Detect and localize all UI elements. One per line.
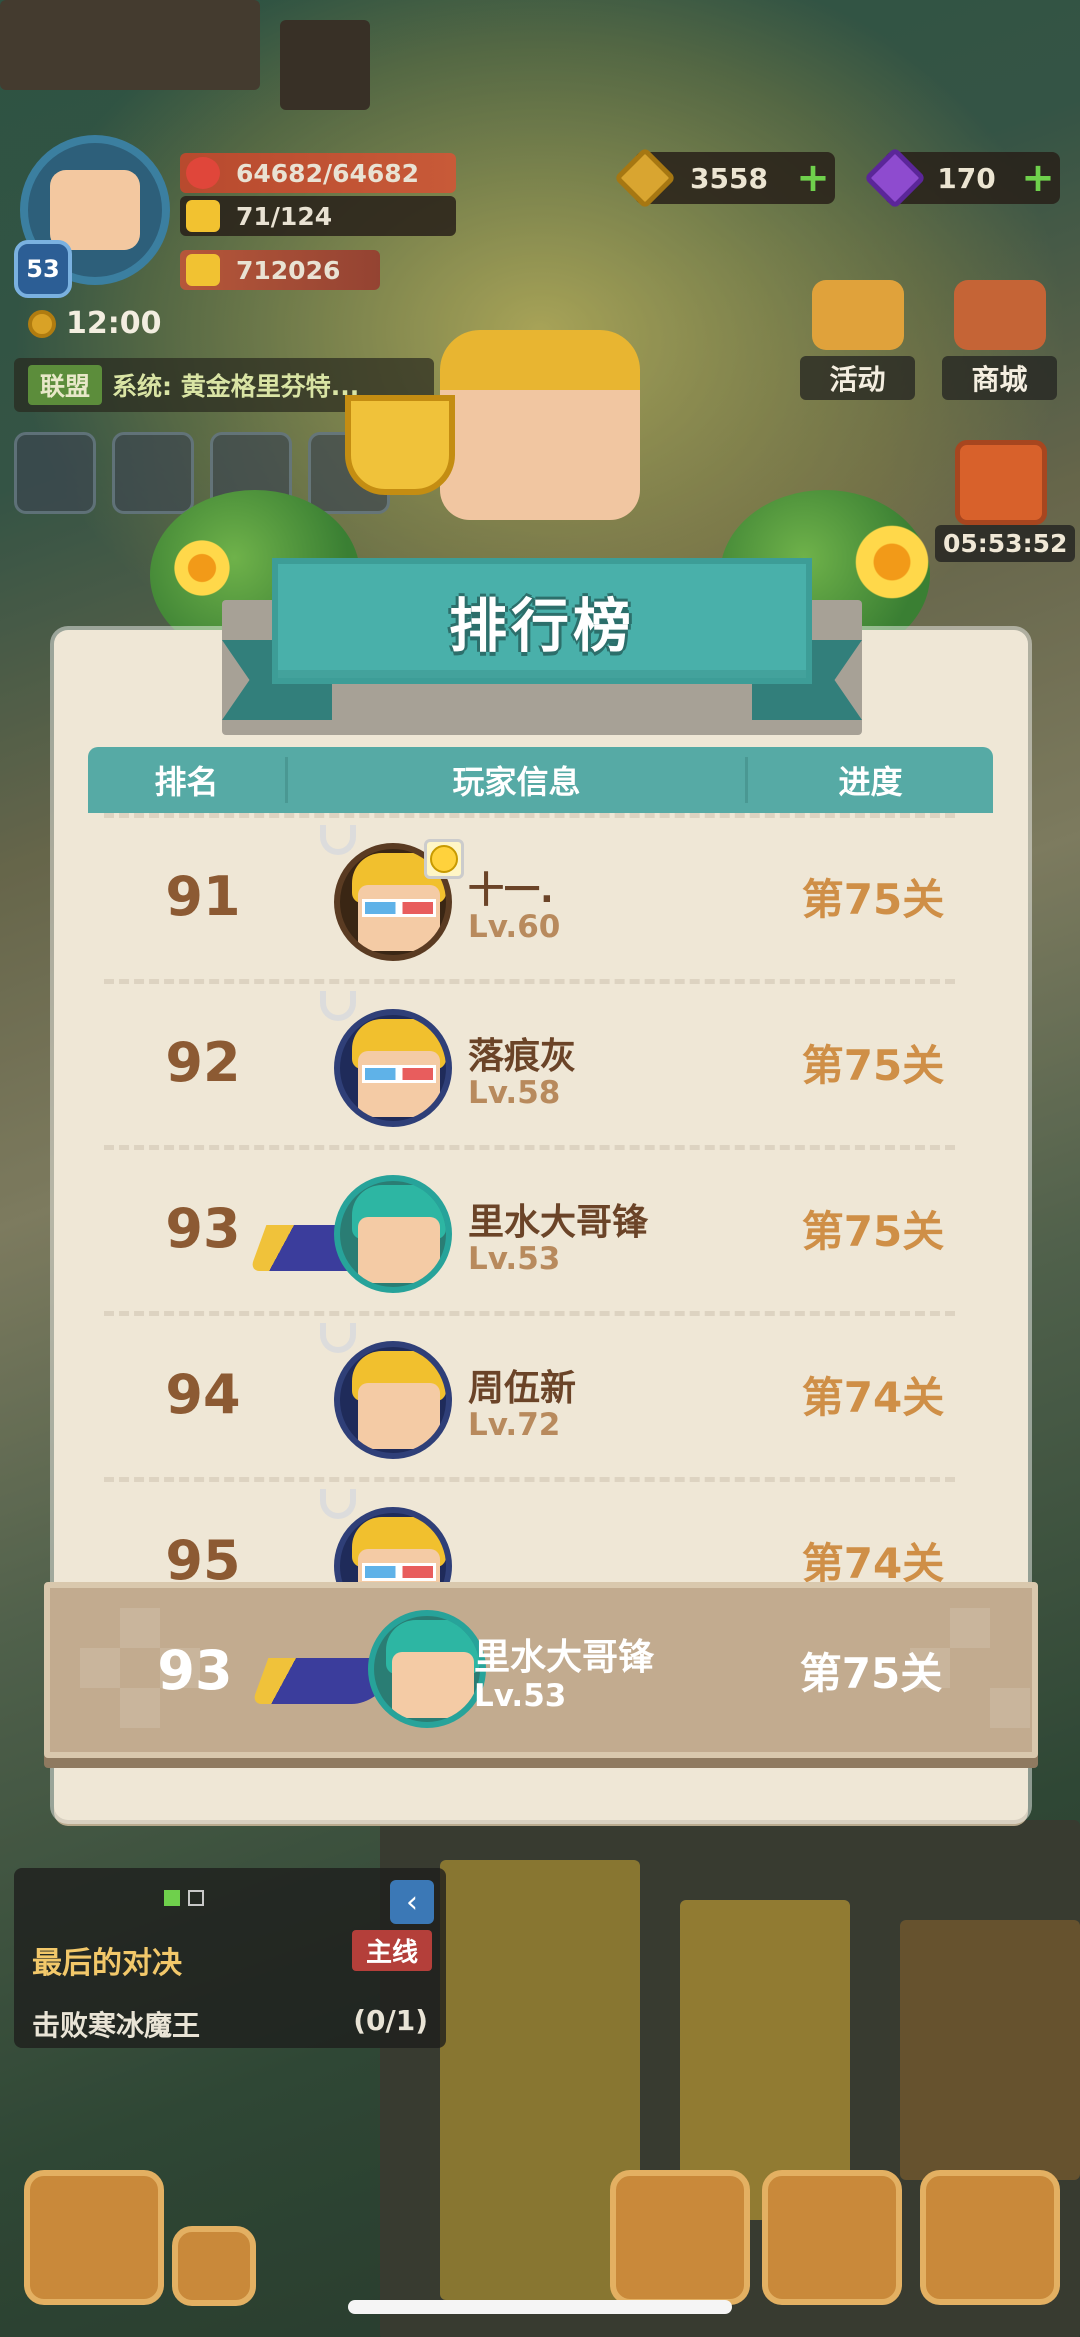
trophy-bar: 712026 (180, 250, 380, 290)
flower-decoration (170, 536, 234, 600)
hp-bar: 64682/64682 (180, 153, 456, 193)
hero-mascot (440, 330, 640, 520)
leaderboard-title-ribbon: 排行榜 (272, 558, 812, 684)
quest-objective-row: 击败寒冰魔王 (0/1) (32, 2004, 428, 2044)
heart-icon (186, 157, 220, 189)
column-rank: 排名 (88, 757, 288, 803)
lightning-icon (186, 200, 220, 232)
rank-number: 94 (165, 1362, 241, 1426)
stamina-value: 71/124 (236, 201, 333, 231)
my-player-level: Lv.53 (474, 1678, 567, 1714)
rank-number: 92 (165, 1030, 241, 1094)
clock-time: 12:00 (66, 306, 162, 341)
player-avatar[interactable] (334, 1009, 452, 1127)
chat-message: 系统: 黄金格里芬特... (112, 372, 360, 401)
bag-dock-button[interactable] (920, 2170, 1060, 2305)
stamina-bar: 71/124 (180, 196, 456, 236)
column-player-info: 玩家信息 (288, 757, 748, 803)
shop-button[interactable]: 商城 (942, 280, 1057, 400)
leaderboard-row[interactable]: 95 第74关 (88, 1477, 993, 1583)
leaderboard-title: 排行榜 (448, 592, 635, 660)
clock: 12:00 (28, 306, 162, 341)
rank-number: 91 (165, 864, 241, 928)
player-avatar[interactable] (334, 1507, 452, 1583)
player-level: Lv.72 (468, 1407, 561, 1443)
hp-value: 64682/64682 (236, 158, 420, 188)
pets-dock-button[interactable] (762, 2170, 902, 2305)
player-name: 周伍新 (468, 1368, 577, 1409)
gold-counter: 3558 + (613, 146, 835, 210)
leaderboard-row[interactable]: 94 周伍新 Lv.72 第74关 (88, 1311, 993, 1477)
my-avatar[interactable] (368, 1610, 486, 1728)
rank-number: 93 (165, 1196, 241, 1260)
hook-icon (320, 1323, 356, 1353)
player-progress: 第75关 (801, 1206, 945, 1256)
leaderboard-header: 排名 玩家信息 进度 (88, 747, 993, 813)
trophy-icon (345, 395, 455, 495)
leaderboard-row[interactable]: 93 里水大哥锋 Lv.53 第75关 (88, 1145, 993, 1311)
quest-objective: 击败寒冰魔王 (32, 2009, 201, 2042)
gem-counter: 170 + (863, 146, 1060, 210)
gold-value: 3558 (690, 161, 768, 195)
leaderboard-list[interactable]: 91 十一. Lv.60 第75关 92 落痕灰 Lv.58 第75关 93 里… (88, 813, 993, 1583)
player-progress: 第74关 (801, 1538, 945, 1584)
mail-icon[interactable] (112, 432, 194, 514)
my-progress: 第75关 (799, 1648, 943, 1698)
collapse-icon[interactable]: ‹ (390, 1880, 434, 1924)
leaderboard-row[interactable]: 92 落痕灰 Lv.58 第75关 (88, 979, 993, 1145)
chest-icon[interactable] (955, 440, 1047, 525)
player-level: Lv.58 (468, 1075, 561, 1111)
player-avatar[interactable] (334, 1341, 452, 1459)
player-avatar[interactable] (334, 1175, 452, 1293)
emoji-badge-icon (424, 839, 464, 879)
activity-button[interactable]: 活动 (800, 280, 915, 400)
quest-panel[interactable]: ‹ 最后的对决 主线 击败寒冰魔王 (0/1) (14, 1868, 446, 2048)
hero-dock-button[interactable] (610, 2170, 750, 2305)
player-progress: 第75关 (801, 1040, 945, 1090)
build-hammer-button[interactable] (24, 2170, 164, 2305)
chat-tag: 联盟 (28, 365, 103, 405)
hook-icon (320, 991, 356, 1021)
player-progress: 第74关 (801, 1372, 945, 1422)
my-rank-row[interactable]: 93 里水大哥锋 Lv.53 第75关 (44, 1582, 1038, 1758)
player-progress: 第75关 (801, 874, 945, 924)
player-level-badge: 53 (14, 240, 72, 298)
flower-decoration (850, 520, 934, 604)
player-level: Lv.53 (468, 1241, 561, 1277)
expand-icon[interactable] (14, 432, 96, 514)
store-icon (953, 280, 1046, 350)
player-name: 里水大哥锋 (468, 1202, 649, 1243)
quest-tag: 主线 (351, 1930, 432, 1971)
home-indicator[interactable] (348, 2300, 732, 2314)
chest-timer: 05:53:52 (935, 525, 1076, 562)
gem-value: 170 (937, 161, 996, 195)
add-gem-button[interactable]: + (1016, 155, 1060, 201)
hook-icon (320, 1489, 356, 1519)
gift-icon (811, 280, 904, 350)
activity-label: 活动 (800, 356, 915, 400)
trophy-value: 712026 (236, 255, 341, 285)
gear-icon (28, 309, 56, 338)
player-level: Lv.60 (468, 909, 561, 945)
quest-page-dots (164, 1890, 204, 1906)
player-name: 十一. (468, 870, 554, 911)
player-name: 落痕灰 (468, 1036, 577, 1077)
mail-dock-button[interactable] (172, 2226, 256, 2306)
column-progress: 进度 (838, 763, 903, 801)
add-gold-button[interactable]: + (791, 155, 835, 201)
leaderboard-row[interactable]: 91 十一. Lv.60 第75关 (88, 813, 993, 979)
shop-label: 商城 (942, 356, 1057, 400)
my-rank-number: 93 (157, 1638, 233, 1702)
my-player-name: 里水大哥锋 (474, 1637, 655, 1678)
hook-icon (320, 825, 356, 855)
quest-count: (0/1) (353, 2004, 428, 2037)
trophy-icon (186, 254, 220, 286)
rank-number: 95 (165, 1528, 241, 1584)
